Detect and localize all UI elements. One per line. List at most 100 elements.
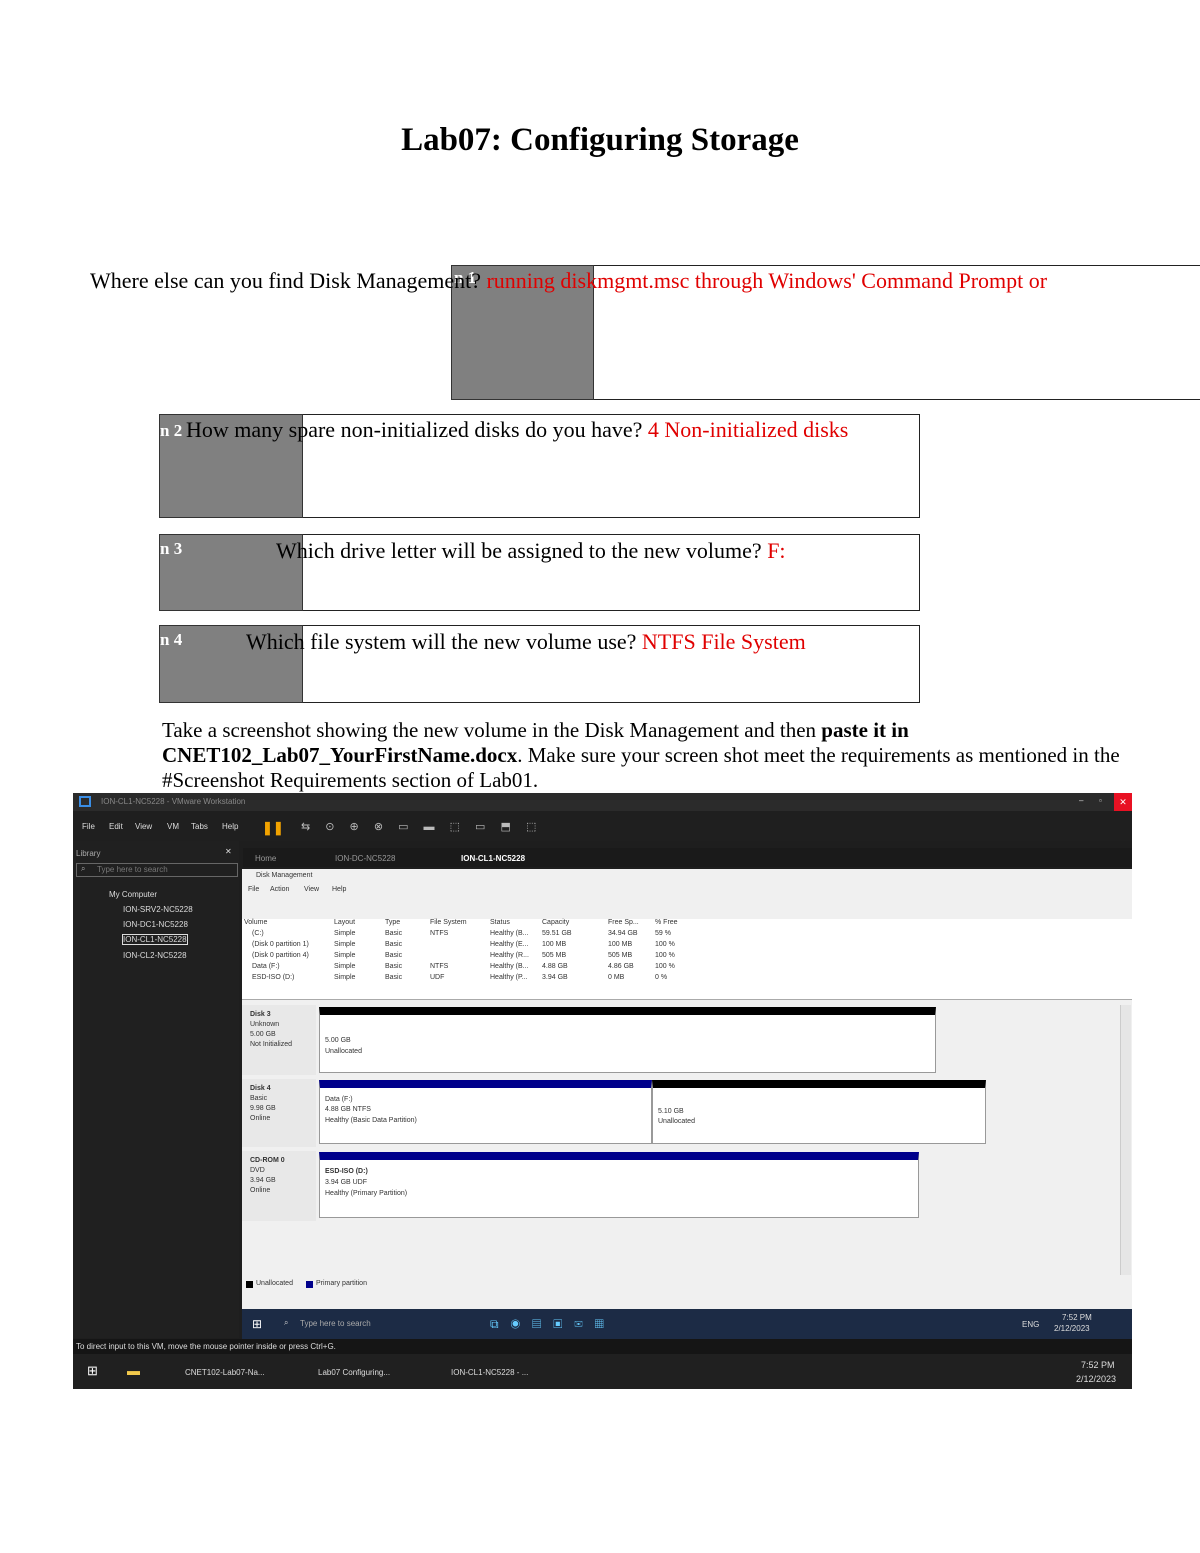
host-start-icon[interactable]: ⊞ (87, 1363, 98, 1379)
volume-column-header[interactable]: Capacity (542, 919, 569, 926)
host-task-word[interactable]: CNET102-Lab07-Na... (185, 1368, 265, 1377)
volume-cell: Simple (334, 941, 356, 948)
volume-cell: Healthy (B... (490, 963, 529, 970)
dm-menu-view[interactable]: View (304, 886, 319, 893)
legend-unallocated-swatch (246, 1281, 253, 1288)
volume-cell: (C:) (252, 930, 264, 937)
tree-item[interactable]: ION-SRV2-NC5228 (123, 905, 193, 914)
guest-search-box[interactable]: Type here to search (300, 1319, 371, 1328)
scrollbar[interactable] (1120, 1005, 1131, 1275)
volume-cell: Basic (385, 952, 403, 959)
volume-cell: 100 % (655, 963, 675, 970)
host-task-vmware[interactable]: ION-CL1-NC5228 - ... (451, 1368, 528, 1377)
volume-column-header[interactable]: File System (430, 919, 467, 926)
volume-cell: Basic (385, 974, 403, 981)
tree-item-selected[interactable]: ION-CL1-NC5228 (122, 934, 188, 945)
tree-item[interactable]: ION-CL2-NC5228 (123, 951, 187, 960)
vmware-status-hint: To direct input to this VM, move the mou… (76, 1342, 336, 1351)
disk-3-info: Disk 3 Unknown 5.00 GB Not Initialized (242, 1005, 316, 1075)
guest-lang: ENG (1022, 1320, 1040, 1329)
disk-3-partition[interactable]: 5.00 GB Unallocated (319, 1007, 936, 1073)
disk-management-title: Disk Management (256, 872, 313, 879)
disk-4-data-partition[interactable]: Data (F:) 4.88 GB NTFS Healthy (Basic Da… (319, 1080, 652, 1144)
disk-4-p1-size: 4.88 GB NTFS (325, 1106, 371, 1113)
cdrom-status: Online (250, 1187, 271, 1194)
disk-3-status: Not Initialized (250, 1041, 293, 1048)
volume-column-header[interactable]: % Free (655, 919, 678, 926)
library-close-icon[interactable]: ✕ (225, 847, 232, 856)
menu-vm[interactable]: VM (167, 822, 179, 831)
answer-text-4: NTFS File System (641, 629, 806, 654)
question-number-2: n 2 (160, 421, 183, 440)
volume-cell: 100 % (655, 952, 675, 959)
disk-4-unallocated[interactable]: 5.10 GB Unallocated (652, 1080, 986, 1144)
volume-cell: 100 MB (542, 941, 567, 948)
disk-management-window: Disk Management File Action View Help Vo… (242, 869, 1132, 1309)
volume-cell: Simple (334, 952, 356, 959)
question-text-2: How many spare non-initialized disks do … (186, 417, 643, 442)
volume-cell: 59.51 GB (542, 930, 572, 937)
question-text-4: Which file system will the new volume us… (246, 629, 637, 654)
dm-menu-file[interactable]: File (248, 886, 259, 893)
menu-help[interactable]: Help (222, 822, 238, 831)
tree-item[interactable]: ION-DC1-NC5228 (123, 920, 188, 929)
volume-cell: 59 % (655, 930, 671, 937)
volume-cell: Healthy (R... (490, 952, 529, 959)
dm-menu-action[interactable]: Action (270, 886, 289, 893)
question-4: Which file system will the new volume us… (246, 629, 806, 655)
embedded-screenshot: ION-CL1-NC5228 - VMware Workstation – ▫ … (73, 793, 1132, 1389)
volume-column-header[interactable]: Type (385, 919, 400, 926)
maximize-icon[interactable]: ▫ (1099, 796, 1102, 805)
cdrom-p-status: Healthy (Primary Partition) (325, 1190, 408, 1197)
guest-taskbar-apps[interactable]: ⧉◉▤▣✉▦ (490, 1317, 616, 1332)
host-task-pdf[interactable]: Lab07 Configuring... (318, 1368, 390, 1377)
volume-cell: 505 MB (608, 952, 633, 959)
tab-dc[interactable]: ION-DC-NC5228 (335, 854, 395, 863)
question-text-3: Which drive letter will be assigned to t… (276, 538, 762, 563)
tab-cl1[interactable]: ION-CL1-NC5228 (461, 854, 525, 863)
answer-text-1: running diskmgmt.msc through Windows' Co… (486, 268, 1048, 293)
guest-start-icon[interactable]: ⊞ (252, 1317, 262, 1331)
volume-cell: 4.88 GB (542, 963, 568, 970)
volume-cell: Healthy (E... (490, 941, 529, 948)
volume-cell: 0 % (655, 974, 668, 981)
vmware-status-bar: To direct input to this VM, move the mou… (73, 1339, 1132, 1354)
volume-cell: 3.94 GB (542, 974, 568, 981)
legend-unallocated: Unallocated (256, 1280, 293, 1287)
volume-column-header[interactable]: Status (490, 919, 510, 926)
volume-column-header[interactable]: Volume (244, 919, 267, 926)
guest-date: 2/12/2023 (1054, 1324, 1090, 1333)
toolbar-icons[interactable]: ⇆ ⊙ ⊕ ⊗ ▭ ▬ ⬚ ▭ ⬒ ⬚ (301, 820, 542, 833)
pause-icon[interactable]: ❚❚ (262, 820, 284, 836)
instruction-text-1: Take a screenshot showing the new volume… (162, 718, 822, 742)
volume-cell: UDF (430, 974, 445, 981)
volume-cell: Basic (385, 941, 403, 948)
disk-4-status: Online (250, 1115, 271, 1122)
question-number-4: n 4 (160, 630, 183, 649)
volume-cell: Simple (334, 930, 356, 937)
instruction-paragraph: Take a screenshot showing the new volume… (162, 718, 1162, 793)
disk-4-p2-status: Unallocated (658, 1118, 695, 1125)
volume-column-header[interactable]: Free Sp... (608, 919, 639, 926)
library-search[interactable]: ⌕ Type here to search (76, 863, 238, 877)
menu-tabs[interactable]: Tabs (191, 822, 208, 831)
disk-4-p1-name: Data (F:) (325, 1096, 353, 1103)
volume-cell: Healthy (B... (490, 930, 529, 937)
minimize-icon[interactable]: – (1079, 796, 1083, 805)
volume-cell: NTFS (430, 930, 449, 937)
host-explorer-icon[interactable]: ▬ (127, 1363, 140, 1378)
menu-file[interactable]: File (82, 822, 95, 831)
question-3: Which drive letter will be assigned to t… (276, 538, 786, 564)
disk-4-name: Disk 4 (250, 1085, 271, 1092)
tab-home[interactable]: Home (255, 854, 276, 863)
tree-root[interactable]: My Computer (109, 890, 157, 899)
menu-edit[interactable]: Edit (109, 822, 123, 831)
volume-column-header[interactable]: Layout (334, 919, 355, 926)
close-icon[interactable]: ✕ (1114, 793, 1132, 811)
volume-cell: 0 MB (608, 974, 625, 981)
dm-menu-help[interactable]: Help (332, 886, 346, 893)
menu-view[interactable]: View (135, 822, 152, 831)
cdrom-partition[interactable]: ESD-ISO (D:) 3.94 GB UDF Healthy (Primar… (319, 1152, 919, 1218)
disk-4-type: Basic (250, 1095, 268, 1102)
guest-search-icon: ⌕ (284, 1318, 289, 1327)
